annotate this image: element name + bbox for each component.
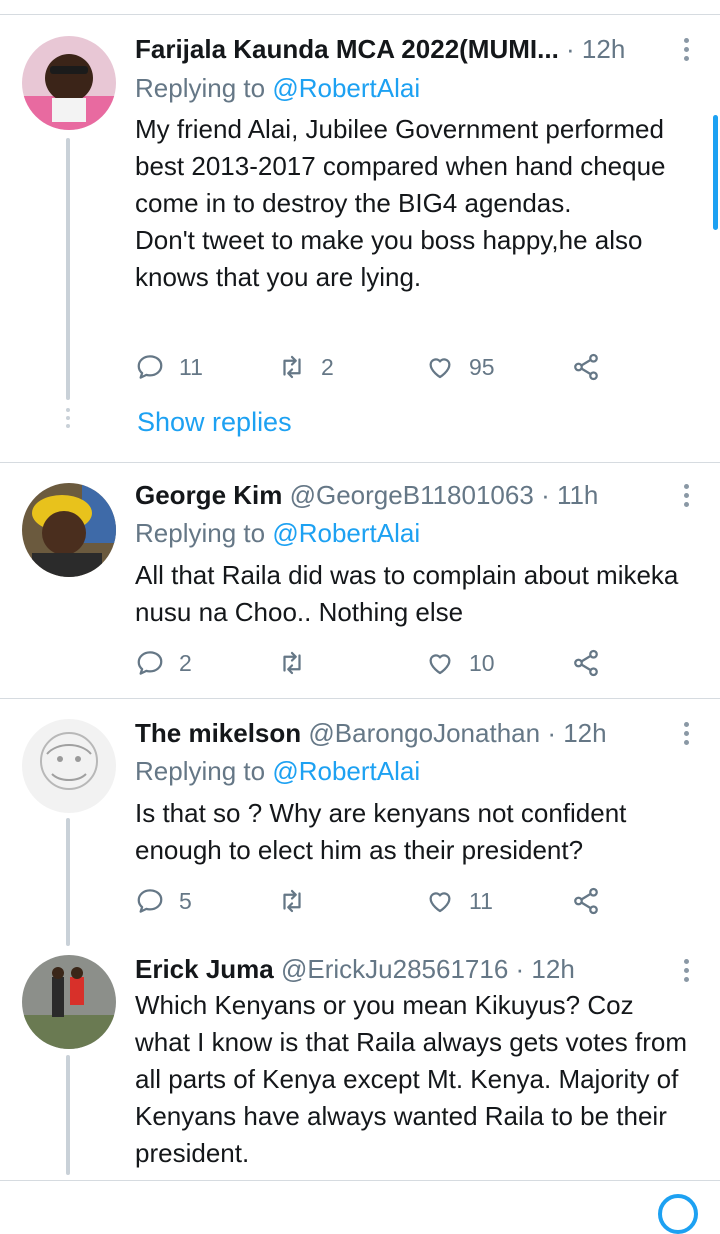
replying-user-link[interactable]: @RobertAlai [272, 756, 420, 786]
more-vertical-icon[interactable] [682, 722, 690, 749]
bottom-divider [0, 1180, 720, 1181]
tweet-header: George Kim @GeorgeB11801063 · 11h [135, 478, 668, 512]
retweet-icon [283, 651, 301, 675]
top-divider [0, 14, 720, 15]
user-handle[interactable]: @GeorgeB11801063 [290, 480, 534, 510]
share-icon [574, 353, 598, 381]
retweet-button[interactable] [277, 646, 321, 680]
like-count: 11 [469, 887, 493, 914]
replying-label: Replying to [135, 73, 273, 103]
reply-icon [137, 651, 163, 675]
reply-count: 5 [179, 887, 192, 914]
thread-line [66, 1055, 70, 1175]
reply-icon [137, 889, 163, 913]
tweet-actions: 5 11 [135, 884, 615, 918]
tweet-text: Which Kenyans or you mean Kikuyus? Coz w… [135, 990, 688, 1168]
timestamp[interactable]: · 11h [541, 480, 598, 510]
display-name[interactable]: Farijala Kaunda MCA 2022(MUMI... [135, 34, 559, 64]
reply-button[interactable]: 2 [135, 646, 192, 680]
display-name[interactable]: The mikelson [135, 718, 301, 748]
share-button[interactable] [571, 646, 601, 680]
replying-user-link[interactable]: @RobertAlai [272, 73, 420, 103]
replying-to: Replying to @RobertAlai [135, 516, 420, 550]
heart-icon [429, 892, 451, 913]
retweet-icon [283, 889, 301, 913]
tweet-divider [0, 462, 720, 463]
tweet-header: Farijala Kaunda MCA 2022(MUMI... · 12h [135, 32, 668, 66]
more-vertical-icon[interactable] [682, 38, 690, 65]
avatar-image [22, 955, 116, 1049]
avatar[interactable] [22, 719, 116, 813]
avatar[interactable] [22, 36, 116, 130]
show-replies-link[interactable]: Show replies [137, 405, 292, 439]
reply-count: 11 [179, 353, 203, 380]
reply-button[interactable]: 5 [135, 884, 192, 918]
more-vertical-icon[interactable] [682, 484, 690, 511]
share-button[interactable] [571, 350, 601, 384]
thread-line [66, 138, 70, 400]
replying-user-link[interactable]: @RobertAlai [272, 518, 420, 548]
heart-icon [429, 358, 451, 379]
reply-icon [137, 355, 163, 379]
reply-button[interactable]: 11 [135, 350, 203, 384]
share-button[interactable] [571, 884, 601, 918]
display-name[interactable]: Erick Juma [135, 954, 274, 984]
more-vertical-icon[interactable] [682, 959, 690, 986]
replying-label: Replying to [135, 518, 273, 548]
tweet-text: Is that so ? Why are kenyans not confide… [135, 798, 627, 865]
compose-fab-icon[interactable] [658, 1194, 698, 1234]
retweet-button[interactable] [277, 884, 321, 918]
retweet-icon [283, 355, 301, 379]
like-count: 95 [469, 353, 495, 380]
tweet-divider [0, 698, 720, 699]
timestamp[interactable]: · 12h [566, 34, 625, 64]
like-button[interactable]: 95 [425, 350, 495, 384]
avatar-image [22, 36, 116, 130]
tweet-header: The mikelson @BarongoJonathan · 12h [135, 716, 668, 750]
replying-label: Replying to [135, 756, 273, 786]
thread-dots [66, 408, 70, 432]
replying-to: Replying to @RobertAlai [135, 754, 420, 788]
replying-to: Replying to @RobertAlai [135, 71, 420, 105]
avatar-image [22, 719, 116, 813]
avatar[interactable] [22, 955, 116, 1049]
share-icon [574, 649, 598, 677]
tweet-actions: 2 10 [135, 646, 615, 680]
like-button[interactable]: 10 [425, 646, 495, 680]
thread-line [66, 818, 70, 946]
tweet-text: My friend Alai, Jubilee Government perfo… [135, 114, 666, 292]
scroll-indicator[interactable] [713, 115, 718, 230]
avatar-image [22, 483, 116, 577]
reply-count: 2 [179, 649, 192, 676]
like-button[interactable]: 11 [425, 884, 493, 918]
avatar[interactable] [22, 483, 116, 577]
heart-icon [429, 654, 451, 675]
tweet-header: Erick Juma @ErickJu28561716 · 12h [135, 952, 668, 986]
share-icon [574, 887, 598, 915]
user-handle[interactable]: @BarongoJonathan [308, 718, 540, 748]
tweet-text: All that Raila did was to complain about… [135, 560, 679, 627]
tweet-actions: 11 2 95 [135, 350, 615, 384]
timestamp[interactable]: · 12h [547, 718, 606, 748]
timestamp[interactable]: · 12h [516, 954, 575, 984]
retweet-count: 2 [321, 353, 334, 380]
user-handle[interactable]: @ErickJu28561716 [281, 954, 508, 984]
like-count: 10 [469, 649, 495, 676]
retweet-button[interactable]: 2 [277, 350, 334, 384]
display-name[interactable]: George Kim [135, 480, 282, 510]
